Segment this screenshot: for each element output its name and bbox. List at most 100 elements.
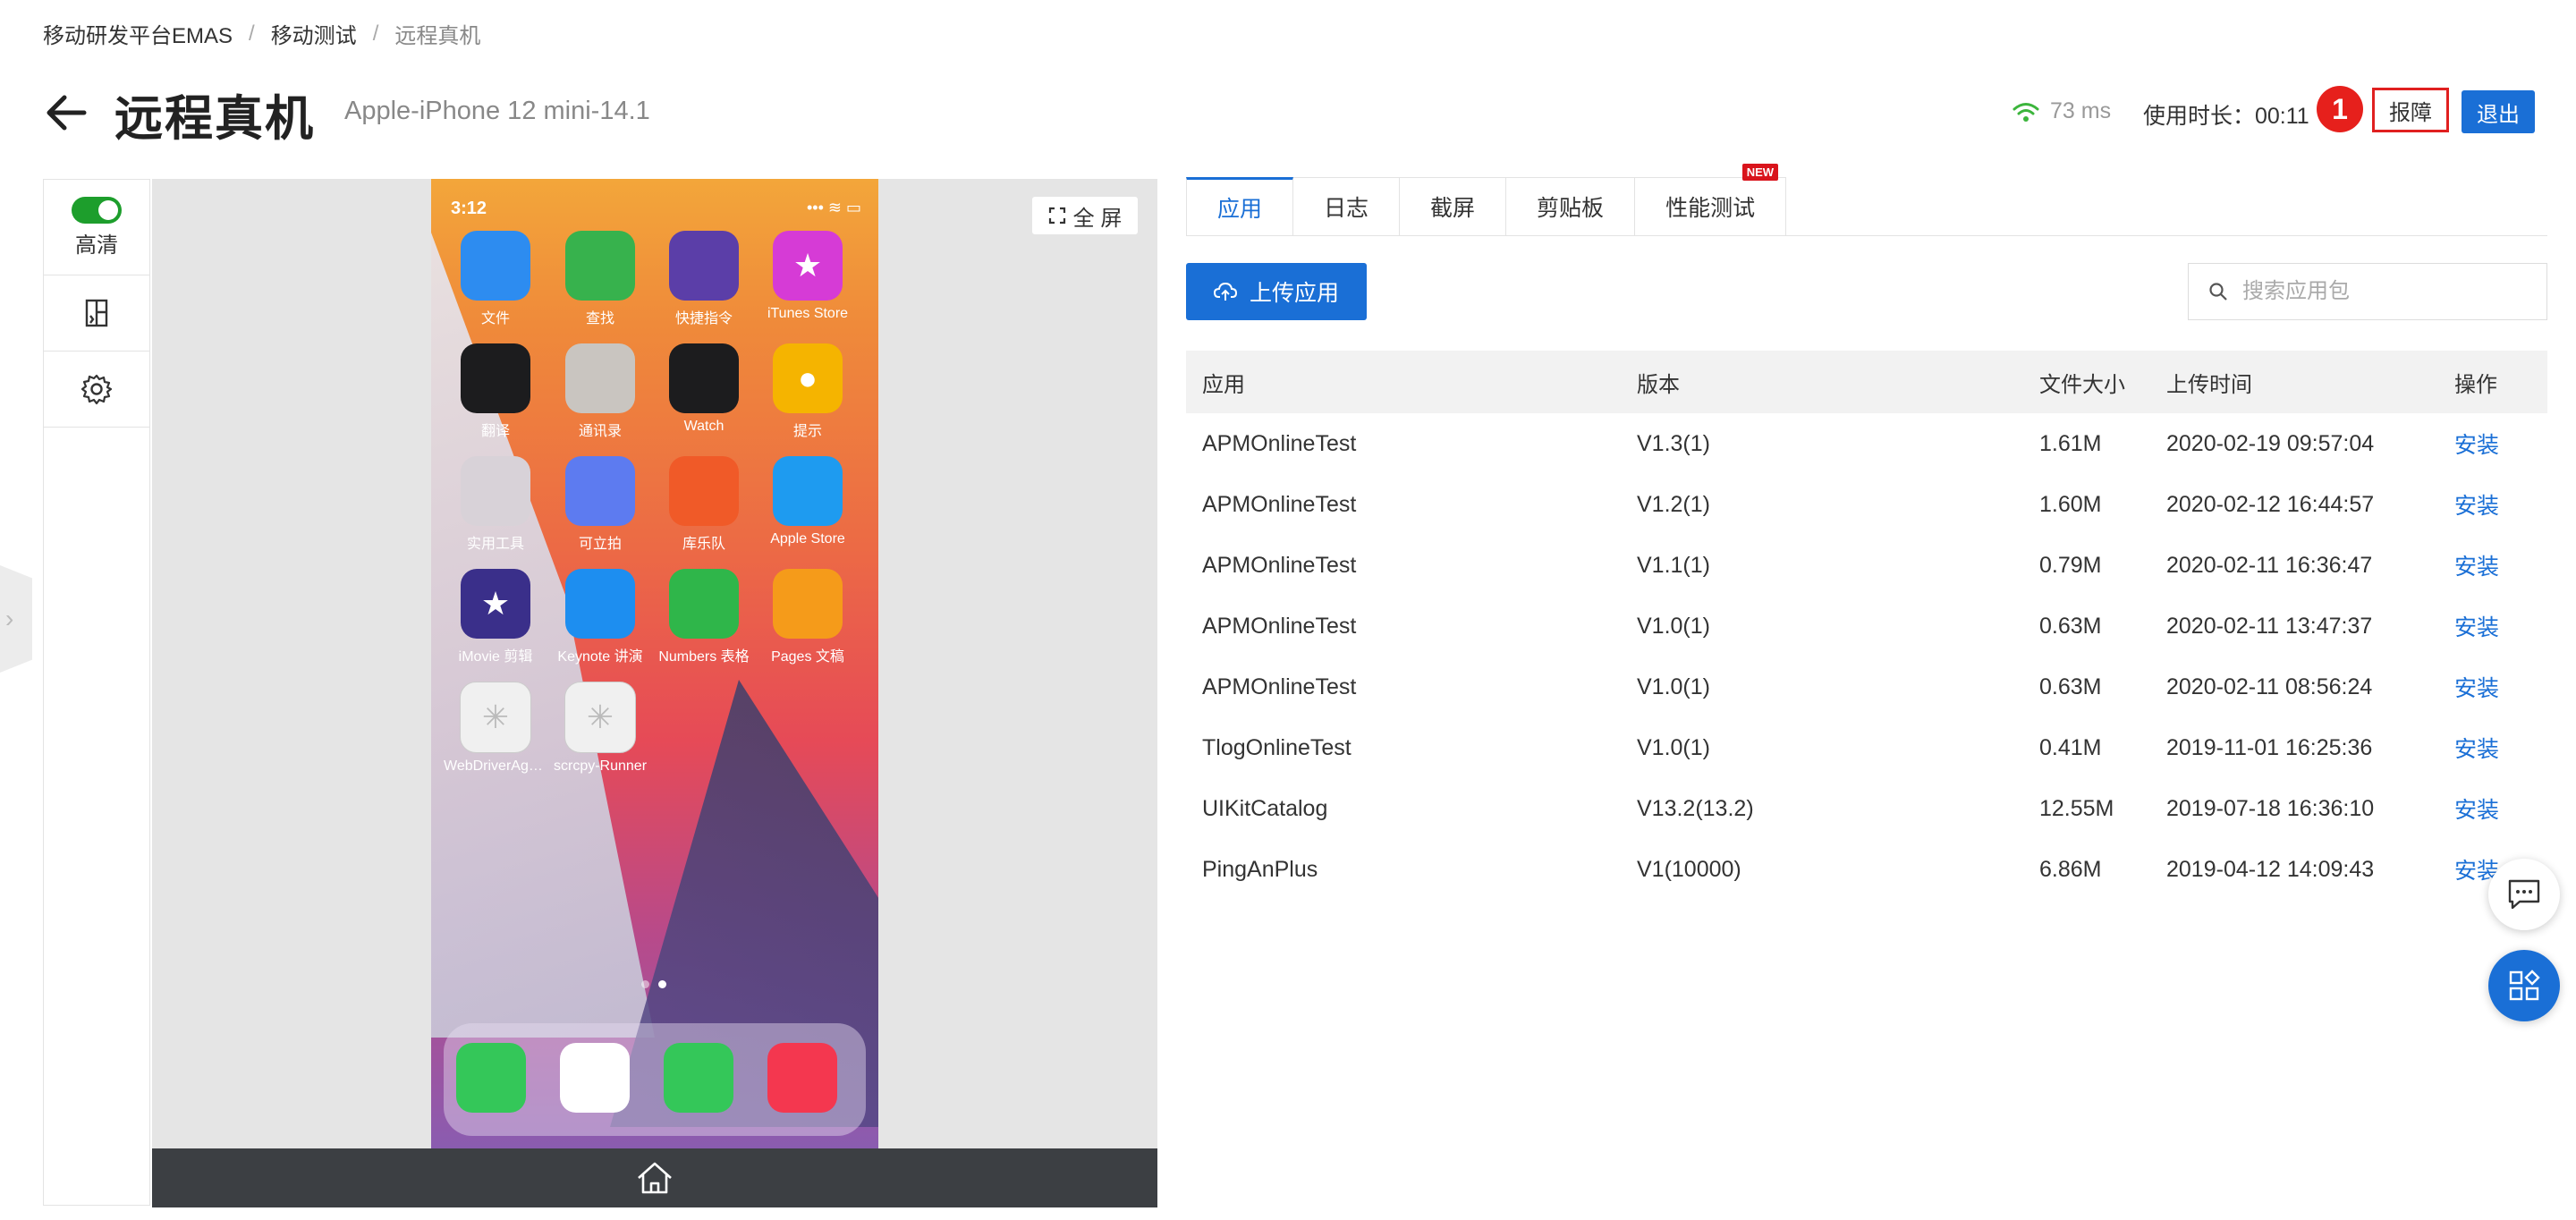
- gear-icon: [80, 374, 113, 405]
- home-app[interactable]: Keynote 讲演: [548, 569, 652, 665]
- home-app[interactable]: ✳ scrcpy-Runner: [548, 682, 652, 775]
- cell-version: V1.0(1): [1637, 674, 1710, 699]
- home-app[interactable]: ● 提示: [756, 343, 860, 440]
- home-app[interactable]: 实用工具: [444, 456, 547, 553]
- home-app[interactable]: 库乐队: [652, 456, 756, 553]
- home-app[interactable]: 文件: [444, 231, 547, 327]
- tab-item[interactable]: 应用: [1186, 177, 1294, 236]
- home-app[interactable]: ★ iTunes Store: [756, 231, 860, 322]
- cell-app-name: APMOnlineTest: [1202, 674, 1357, 699]
- install-link[interactable]: 安装: [2438, 549, 2547, 581]
- breadcrumb-root[interactable]: 移动研发平台EMAS: [43, 18, 233, 49]
- cell-app-name: APMOnlineTest: [1202, 491, 1357, 517]
- translate-icon: [461, 343, 530, 413]
- safari-compass-icon[interactable]: [560, 1043, 630, 1113]
- find-my-icon: [565, 231, 635, 301]
- phone-icon[interactable]: [456, 1043, 526, 1113]
- latency-value: 73 ms: [2050, 98, 2112, 123]
- chevron-right-icon: ›: [5, 605, 14, 632]
- fullscreen-button[interactable]: 全 屏: [1032, 197, 1138, 234]
- search-icon: [2209, 283, 2227, 301]
- tab-item[interactable]: 性能测试 NEW: [1635, 164, 1787, 236]
- home-app[interactable]: Pages 文稿: [756, 569, 860, 665]
- feedback-chat-button[interactable]: [2488, 859, 2560, 930]
- new-badge: NEW: [1741, 164, 1779, 181]
- utilities-folder-icon: [461, 456, 530, 526]
- files-icon: [461, 231, 530, 301]
- home-app-label: Watch: [683, 419, 724, 434]
- home-app[interactable]: ★ iMovie 剪辑: [444, 569, 547, 665]
- quick-apps-button[interactable]: [2488, 950, 2560, 1021]
- tab-label: 日志: [1324, 196, 1369, 221]
- phone-screen[interactable]: 3:12 ••• ≋ ▭ 文件 查找 快捷指令 ★ iTunes Store 翻译 通讯录 W…: [431, 179, 878, 1148]
- panel-tabs: 应用 日志 截屏 剪贴板 性能测试 NEW: [1186, 164, 1787, 236]
- tips-bulb-icon: ●: [773, 343, 843, 413]
- home-app[interactable]: Numbers 表格: [652, 569, 756, 665]
- messages-icon[interactable]: [664, 1043, 733, 1113]
- table-row: TlogOnlineTest V1.0(1) 0.41M 2019-11-01 16:…: [1186, 717, 2547, 778]
- cell-file-size: 0.63M: [2039, 613, 2102, 639]
- home-app[interactable]: Watch: [652, 343, 756, 435]
- tab-item[interactable]: 截屏: [1400, 177, 1507, 236]
- page-title: 远程真机: [114, 92, 315, 146]
- cell-upload-time: 2020-02-11 13:47:37: [2166, 613, 2373, 639]
- cell-file-size: 0.79M: [2039, 552, 2102, 578]
- install-link[interactable]: 安装: [2438, 732, 2547, 764]
- cloud-upload-icon: [1213, 282, 1237, 301]
- wifi-icon: [2012, 103, 2039, 122]
- tab-item[interactable]: 日志: [1293, 177, 1401, 236]
- upload-app-button[interactable]: 上传应用: [1186, 263, 1367, 320]
- home-app-label: Apple Store: [770, 531, 845, 546]
- hd-toggle-tool[interactable]: 高清: [44, 180, 149, 275]
- cell-version: V13.2(13.2): [1637, 795, 1754, 821]
- install-link[interactable]: 安装: [2438, 792, 2547, 825]
- apps-grid-icon: [2509, 970, 2540, 1001]
- home-button-bar[interactable]: [152, 1148, 1157, 1207]
- garageband-icon: [669, 456, 739, 526]
- home-app-label: 文件: [480, 311, 510, 326]
- home-app[interactable]: 可立拍: [548, 456, 652, 553]
- report-issue-button[interactable]: 报障: [2372, 88, 2449, 132]
- table-row: APMOnlineTest V1.2(1) 1.60M 2020-02-12 16:4…: [1186, 474, 2547, 535]
- contacts-icon: [565, 343, 635, 413]
- install-link[interactable]: 安装: [2438, 428, 2547, 460]
- breadcrumb-parent[interactable]: 移动测试: [271, 18, 357, 49]
- shortcuts-icon: [669, 231, 739, 301]
- pages-pen-icon: [773, 569, 843, 639]
- music-note-icon[interactable]: [767, 1043, 837, 1113]
- install-link[interactable]: 安装: [2438, 610, 2547, 642]
- back-arrow-icon[interactable]: [43, 89, 89, 136]
- home-app[interactable]: 通讯录: [548, 343, 652, 440]
- cell-file-size: 1.60M: [2039, 491, 2102, 517]
- table-row: APMOnlineTest V1.1(1) 0.79M 2020-02-11 16:3…: [1186, 535, 2547, 596]
- cell-file-size: 1.61M: [2039, 430, 2102, 456]
- install-link[interactable]: 安装: [2438, 488, 2547, 521]
- home-app-label: Numbers 表格: [658, 649, 750, 665]
- install-package-tool[interactable]: [44, 275, 149, 352]
- install-link[interactable]: 安装: [2438, 671, 2547, 703]
- home-app-label: 实用工具: [466, 537, 524, 552]
- cell-upload-time: 2020-02-12 16:44:57: [2166, 491, 2375, 517]
- tab-item[interactable]: 剪贴板: [1506, 177, 1636, 236]
- hd-toggle-switch[interactable]: [72, 196, 122, 224]
- table-header: 应用 版本 文件大小 上传时间 操作: [1186, 351, 2547, 413]
- search-box: [2188, 263, 2547, 320]
- search-input[interactable]: [2241, 278, 2539, 305]
- home-app-label: 通讯录: [578, 424, 622, 439]
- home-app-label: iMovie 剪辑: [458, 649, 533, 665]
- home-app[interactable]: 翻译: [444, 343, 547, 440]
- home-app[interactable]: 快捷指令: [652, 231, 756, 327]
- hd-label: 高清: [75, 233, 118, 258]
- home-app[interactable]: ✳ WebDriverAge...: [444, 682, 547, 775]
- breadcrumb: 移动研发平台EMAS / 移动测试 / 远程真机: [43, 18, 480, 49]
- cell-version: V1.2(1): [1637, 491, 1710, 517]
- settings-tool[interactable]: [44, 352, 149, 428]
- home-app-label: WebDriverAge...: [444, 758, 547, 774]
- home-app[interactable]: 查找: [548, 231, 652, 327]
- home-app-label: iTunes Store: [767, 306, 849, 321]
- home-app[interactable]: Apple Store: [756, 456, 860, 547]
- chat-bubble-icon: [2508, 879, 2540, 910]
- cell-version: V1(10000): [1637, 856, 1741, 882]
- cell-app-name: APMOnlineTest: [1202, 613, 1357, 639]
- exit-button[interactable]: 退出: [2462, 90, 2535, 133]
